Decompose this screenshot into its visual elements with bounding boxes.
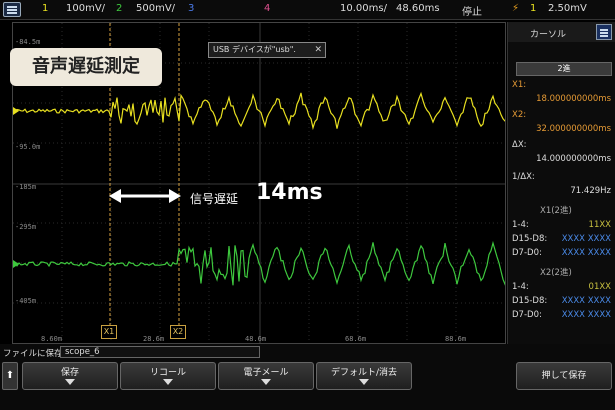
menu-icon[interactable] (3, 2, 21, 17)
delay-value: 14ms (256, 180, 323, 205)
x1-row-label: D15-D8: (512, 234, 548, 244)
y-label: -84.5m (15, 38, 41, 46)
panel-title: カーソル (530, 30, 567, 40)
email-button[interactable]: 電子メール (218, 362, 314, 390)
x2-value[interactable]: 32.000000000ms (536, 124, 611, 134)
save-button[interactable]: 保存 (22, 362, 118, 390)
ch2-number[interactable]: 2 (116, 3, 122, 14)
cursor-x1-tag[interactable]: X1 (101, 325, 117, 339)
panel-header: カーソル (508, 22, 615, 42)
inv-dx-value: 71.429Hz (570, 186, 611, 196)
y-label: -295m (15, 223, 37, 231)
softkey-label: リコール (149, 368, 186, 378)
menu-icon[interactable] (596, 24, 612, 40)
x-label: 68.6m (345, 335, 367, 343)
ch2-ground-marker (13, 260, 19, 268)
delay-label: 信号遅延 (190, 192, 239, 206)
ch4-number[interactable]: 4 (264, 3, 270, 14)
x1-section-title: X1(2進) (540, 206, 572, 216)
softkey-label: 電子メール (243, 368, 289, 378)
lightning-icon: ⚡ (512, 3, 520, 14)
up-arrow-icon[interactable]: ⬆ (2, 362, 18, 390)
x2-row-label: D7-D0: (512, 310, 542, 320)
x2-row-value: 01XX (588, 282, 611, 292)
ch2-scale[interactable]: 500mV/ (136, 3, 175, 14)
softkey-label: 保存 (60, 368, 79, 378)
filename-field[interactable]: scope_6 (60, 346, 260, 358)
x2-row-value: XXXX XXXX (561, 310, 611, 320)
arrow-down-icon (65, 379, 75, 385)
usb-message-text: USB デバイスが"usb". (213, 45, 296, 54)
cursor-panel: カーソル 2進 X1: 18.000000000ms X2: 32.000000… (507, 22, 615, 354)
close-icon[interactable]: ✕ (314, 43, 322, 57)
status-bar: 1 100mV/ 2 500mV/ 3 4 10.00ms/ 48.60ms 停… (0, 0, 615, 20)
x2-label: X2: (512, 110, 527, 120)
softkey-label: デフォルト/消去 (330, 368, 398, 378)
arrow-down-icon (359, 379, 369, 385)
ch1-scale[interactable]: 100mV/ (66, 3, 105, 14)
recall-button[interactable]: リコール (120, 362, 216, 390)
trigger-channel[interactable]: 1 (530, 3, 536, 14)
inv-dx-label: 1/ΔX: (512, 172, 535, 182)
x1-row-label: D7-D0: (512, 248, 542, 258)
y-label: -405m (15, 297, 37, 305)
x-label: 8.60m (41, 335, 63, 343)
x1-label: X1: (512, 80, 527, 90)
ch1-ground-marker (13, 107, 19, 115)
arrow-down-icon (261, 379, 271, 385)
dx-label: ΔX: (512, 140, 527, 150)
delay-arrow (109, 189, 181, 203)
ch3-number[interactable]: 3 (188, 3, 194, 14)
trigger-level[interactable]: 2.50mV (548, 3, 587, 14)
x1-row-value: XXXX XXXX (561, 234, 611, 244)
softkey-label: 押して保存 (541, 371, 587, 381)
ch1-number[interactable]: 1 (42, 3, 48, 14)
x1-row-value: 11XX (588, 220, 611, 230)
title-badge: 音声遅延測定 (10, 48, 162, 86)
x-label: 88.6m (445, 335, 467, 343)
x2-section-title: X2(2進) (540, 268, 572, 278)
y-label: -185m (15, 183, 37, 191)
x2-row-value: XXXX XXXX (561, 296, 611, 306)
dx-value: 14.000000000ms (536, 154, 611, 164)
x1-row-value: XXXX XXXX (561, 248, 611, 258)
arrow-down-icon (163, 379, 173, 385)
press-to-save-button[interactable]: 押して保存 (516, 362, 612, 390)
x-label: 48.6m (245, 335, 267, 343)
timebase[interactable]: 10.00ms/ (340, 3, 387, 14)
x2-row-label: D15-D8: (512, 296, 548, 306)
cursor-x2-tag[interactable]: X2 (170, 325, 186, 339)
default-erase-button[interactable]: デフォルト/消去 (316, 362, 412, 390)
horizontal-delay[interactable]: 48.60ms (396, 3, 440, 14)
run-state[interactable]: 停止 (462, 3, 482, 18)
x2-row-label: 1-4: (512, 282, 529, 292)
usb-notification[interactable]: USB デバイスが"usb". ✕ (208, 42, 326, 58)
x1-row-label: 1-4: (512, 220, 529, 230)
x1-value[interactable]: 18.000000000ms (536, 94, 611, 104)
x-label: 28.6m (143, 335, 165, 343)
mode-button[interactable]: 2進 (516, 62, 612, 76)
y-label: -95.0m (15, 143, 41, 151)
softkey-bar: ファイルに保存 = scope_6 ⬆ 保存 リコール 電子メール デフォルト/… (0, 344, 615, 410)
